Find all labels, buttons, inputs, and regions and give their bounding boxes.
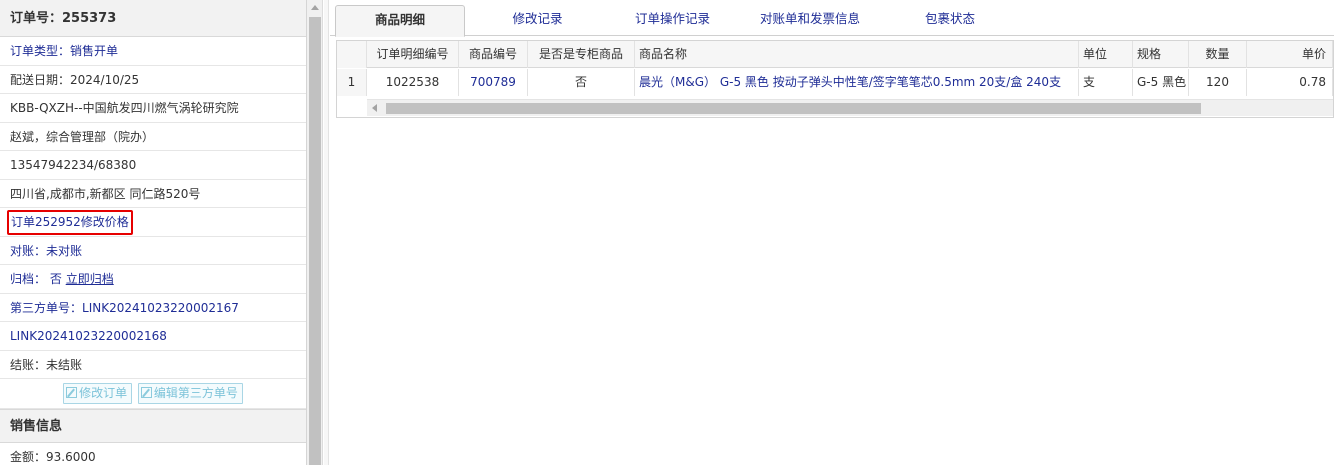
archive-label: 归档： <box>10 272 47 286</box>
third-party-no-1: LINK20241023220002167 <box>82 300 239 315</box>
panel-splitter[interactable] <box>324 0 329 465</box>
address-row: 四川省,成都市,新都区 同仁路520号 <box>0 180 306 208</box>
archive-row: 归档： 否 立即归档 <box>0 265 306 294</box>
settle-row: 结账：未结账 <box>0 351 306 379</box>
reconcile-label: 对账： <box>10 243 47 258</box>
order-type-label: 订单类型： <box>10 44 71 58</box>
grid-horizontal-scrollbar[interactable] <box>367 99 1333 116</box>
grid-header-row: 订单明细编号 商品编号 是否是专柜商品 商品名称 单位 规格 数量 单价 <box>337 41 1333 68</box>
tab-operation-history[interactable]: 订单操作记录 <box>610 0 735 36</box>
edit-third-party-button[interactable]: 编辑第三方单号 <box>137 383 243 404</box>
tab-package-status[interactable]: 包裹状态 <box>895 0 1005 36</box>
unit-price-cell: 0.78 <box>1247 69 1333 96</box>
price-change-row: 订单252952修改价格 <box>0 208 306 237</box>
detail-area: 商品明细 修改记录 订单操作记录 对账单和发票信息 包裹状态 订单明细编号 商品… <box>330 0 1334 465</box>
product-grid: 订单明细编号 商品编号 是否是专柜商品 商品名称 单位 规格 数量 单价 1 1… <box>336 40 1334 118</box>
is-counter-cell: 否 <box>528 69 635 96</box>
third-party-row: 第三方单号：LINK20241023220002167 <box>0 294 306 322</box>
detail-id-cell: 1022538 <box>367 69 459 96</box>
reconcile-row: 对账：未对账 <box>0 237 306 265</box>
edit-order-button[interactable]: 修改订单 <box>63 383 133 404</box>
column-header[interactable]: 单位 <box>1079 41 1133 68</box>
unit-cell: 支 <box>1079 69 1133 96</box>
column-header[interactable]: 数量 <box>1189 41 1247 68</box>
third-party-no-2: LINK20241023220002168 <box>10 329 167 343</box>
archive-value: 否 <box>49 272 62 286</box>
order-type-value: 销售开单 <box>70 44 119 58</box>
product-name-link[interactable]: 晨光（M&G） G-5 黑色 按动子弹头中性笔/签字笔笔芯0.5mm 20支/盒… <box>635 69 1079 96</box>
phone-row: 13547942234/68380 <box>0 151 306 180</box>
spec-cell: G-5 黑色 <box>1133 69 1189 96</box>
third-party-label: 第三方单号： <box>10 300 83 315</box>
order-number-header: 订单号：255373 <box>0 0 306 37</box>
sales-info-header: 销售信息 <box>0 409 306 443</box>
column-header[interactable]: 是否是专柜商品 <box>528 41 635 68</box>
detail-tabs: 商品明细 修改记录 订单操作记录 对账单和发票信息 包裹状态 <box>330 0 1334 37</box>
amount-row: 金额：93.6000 <box>10 450 96 464</box>
delivery-date-row: 配送日期：2024/10/25 <box>0 66 306 94</box>
scroll-up-arrow-icon[interactable] <box>311 5 319 10</box>
table-row[interactable]: 1 1022538 700789 否 晨光（M&G） G-5 黑色 按动子弹头中… <box>337 69 1333 96</box>
tab-product-details[interactable]: 商品明细 <box>335 5 465 37</box>
row-number-header <box>337 41 367 68</box>
third-party-row-2: LINK20241023220002168 <box>0 322 306 351</box>
column-header[interactable]: 单价 <box>1247 41 1333 68</box>
edit-order-button-label: 修改订单 <box>79 386 128 400</box>
column-header[interactable]: 商品名称 <box>635 41 1079 68</box>
order-info-panel: 订单号：255373 订单类型：销售开单 配送日期：2024/10/25 KBB… <box>0 0 307 465</box>
column-header[interactable]: 商品编号 <box>459 41 528 68</box>
edit-third-party-button-label: 编辑第三方单号 <box>153 386 238 400</box>
quantity-cell: 120 <box>1189 69 1247 96</box>
scroll-left-arrow-icon[interactable] <box>372 104 377 112</box>
price-change-link[interactable]: 订单252952修改价格 <box>7 210 133 235</box>
edit-icon <box>66 387 78 398</box>
reconcile-value: 未对账 <box>46 243 83 258</box>
row-number: 1 <box>337 69 367 96</box>
column-header[interactable]: 规格 <box>1133 41 1189 68</box>
column-header[interactable]: 订单明细编号 <box>367 41 459 68</box>
customer-row: KBB-QXZH--中国航发四川燃气涡轮研究院 <box>0 94 306 123</box>
tab-modify-history[interactable]: 修改记录 <box>480 0 595 36</box>
left-panel-scrollbar[interactable] <box>307 0 323 465</box>
edit-icon <box>140 387 152 398</box>
tab-statement-invoice[interactable]: 对账单和发票信息 <box>740 0 880 36</box>
scrollbar-thumb[interactable] <box>386 103 1201 114</box>
order-type-row: 订单类型：销售开单 <box>0 37 306 66</box>
archive-now-link[interactable]: 立即归档 <box>66 272 114 286</box>
scrollbar-thumb[interactable] <box>309 17 321 465</box>
action-buttons: 修改订单 编辑第三方单号 <box>0 379 306 409</box>
contact-row: 赵斌，综合管理部（院办） <box>0 123 306 151</box>
product-id-link[interactable]: 700789 <box>459 69 528 96</box>
